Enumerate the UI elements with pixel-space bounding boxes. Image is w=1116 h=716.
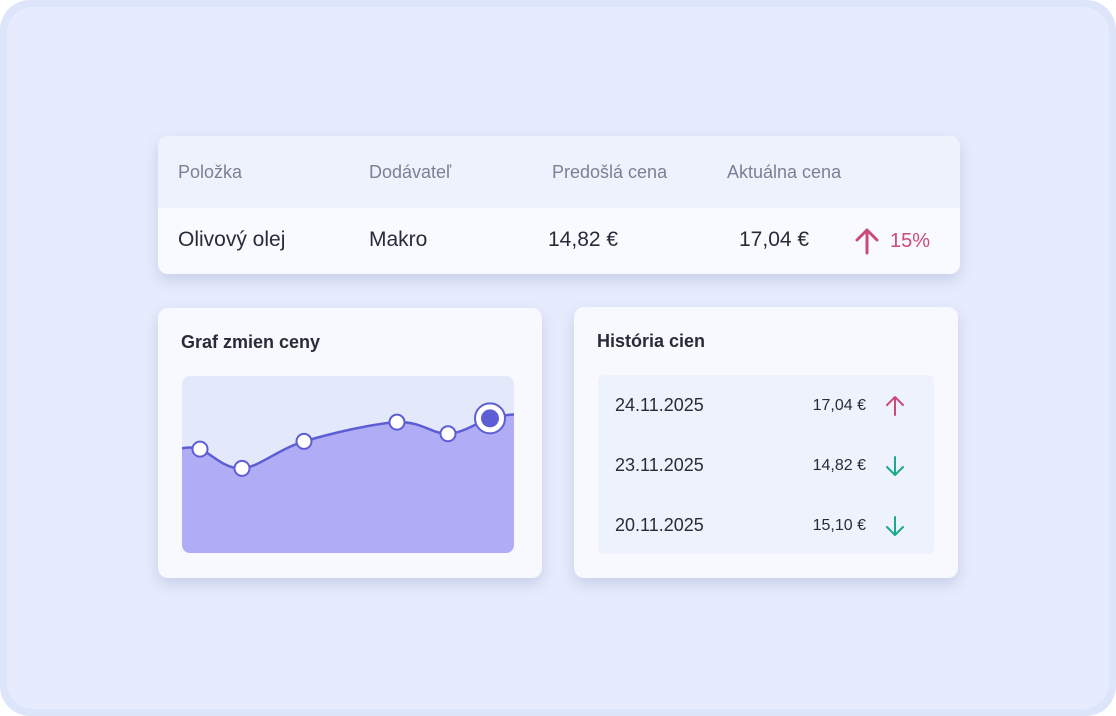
- history-date: 23.11.2025: [615, 455, 704, 475]
- history-list: 24.11.2025 17,04 € 23.11.2025 14,82 € 20…: [598, 375, 934, 554]
- chart-point[interactable]: [233, 459, 251, 477]
- header-supplier: Dodávateľ: [369, 162, 452, 182]
- price-table: Položka Dodávateľ Predošlá cena Aktuálna…: [158, 136, 960, 274]
- chart-point[interactable]: [388, 413, 406, 431]
- chart-point[interactable]: [439, 425, 457, 443]
- history-row[interactable]: 20.11.2025 15,10 €: [598, 511, 934, 541]
- arrow-up-icon: [854, 227, 880, 255]
- chart-card-title: Graf zmien ceny: [181, 332, 321, 352]
- arrow-down-icon: [884, 454, 906, 483]
- history-date: 24.11.2025: [615, 395, 704, 415]
- chart-point[interactable]: [295, 432, 313, 450]
- chart-area-fill: [182, 414, 514, 553]
- header-item: Položka: [178, 162, 243, 182]
- history-price: 14,82 €: [812, 457, 866, 474]
- header-previous-price: Predošlá cena: [552, 162, 668, 182]
- price-change: 15%: [854, 226, 930, 256]
- price-change-percent: 15%: [890, 229, 931, 252]
- arrow-down-icon: [884, 514, 906, 543]
- history-price: 17,04 €: [812, 397, 866, 414]
- history-date: 20.11.2025: [615, 515, 704, 535]
- chart-point-current[interactable]: [481, 409, 499, 428]
- price-history-card: História cien 24.11.2025 17,04 € 23.11.2…: [574, 307, 958, 578]
- supplier-name: Makro: [369, 228, 428, 251]
- history-row[interactable]: 24.11.2025 17,04 €: [598, 391, 934, 421]
- price-chart-svg: [182, 402, 514, 553]
- price-chart: [182, 376, 514, 553]
- history-card-title: História cien: [597, 331, 706, 351]
- history-price: 15,10 €: [812, 517, 866, 534]
- price-chart-card: Graf zmien ceny: [158, 308, 542, 578]
- table-header: Položka Dodávateľ Predošlá cena Aktuálna…: [158, 136, 960, 208]
- current-price: 17,04 €: [739, 228, 810, 251]
- chart-point[interactable]: [191, 440, 209, 458]
- history-row[interactable]: 23.11.2025 14,82 €: [598, 451, 934, 481]
- arrow-up-icon: [884, 394, 906, 423]
- header-current-price: Aktuálna cena: [727, 162, 842, 182]
- table-row[interactable]: Olivový olej Makro 14,82 € 17,04 € 15%: [158, 208, 960, 274]
- item-name: Olivový olej: [178, 228, 286, 251]
- previous-price: 14,82 €: [548, 228, 619, 251]
